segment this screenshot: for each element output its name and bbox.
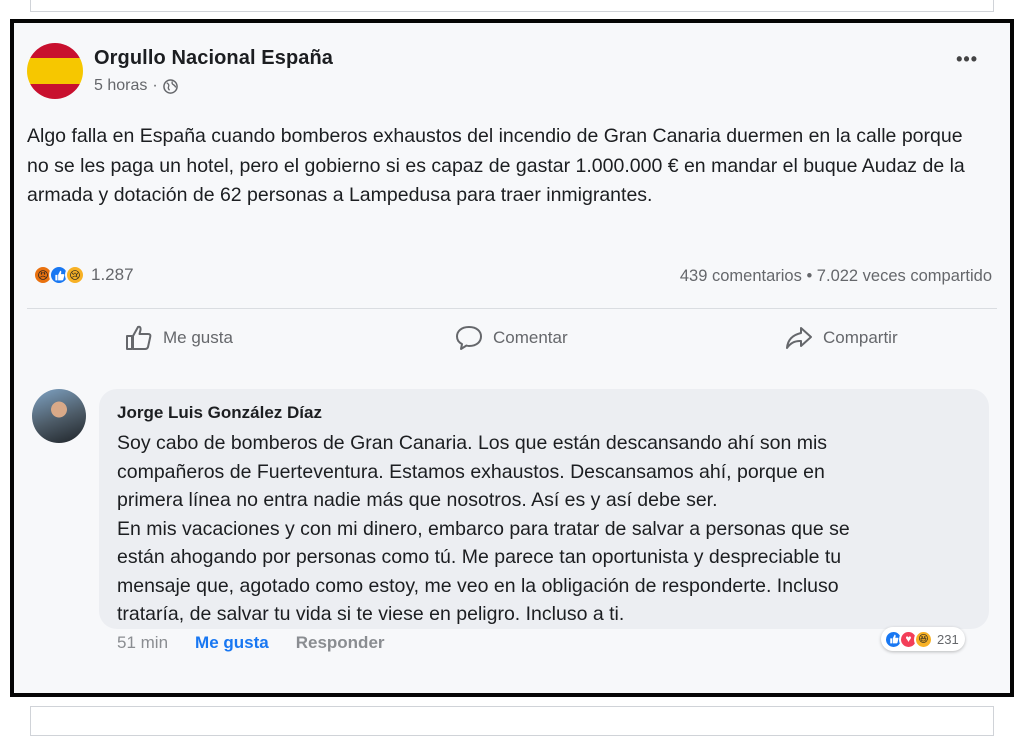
thumbs-up-icon <box>124 324 154 352</box>
comment-line: trataría, de salvar tu vida si te viese … <box>117 603 625 625</box>
page-name[interactable]: Orgullo Nacional España <box>94 47 333 70</box>
comment-line: están ahogando por personas como tú. Me … <box>117 546 842 568</box>
comment-reply-button[interactable]: Responder <box>296 633 385 653</box>
post-meta: 5 horas · <box>94 77 178 95</box>
commenter-avatar[interactable] <box>32 389 86 443</box>
post-stats[interactable]: 439 comentarios • 7.022 veces compartido <box>680 267 992 286</box>
post-body: Algo falla en España cuando bomberos exh… <box>27 125 965 206</box>
post-time[interactable]: 5 horas <box>94 77 147 95</box>
post-reactions[interactable]: 😠 😢 1.287 <box>33 265 134 285</box>
globe-icon <box>162 78 178 94</box>
comment-time[interactable]: 51 min <box>117 633 168 653</box>
meta-separator: · <box>152 77 158 94</box>
action-divider <box>27 308 997 309</box>
share-button[interactable]: Compartir <box>784 324 898 352</box>
like-button[interactable]: Me gusta <box>124 324 233 352</box>
comment-author[interactable]: Jorge Luis González Díaz <box>117 403 322 423</box>
sad-icon: 😢 <box>65 265 85 285</box>
comment-line: compañeros de Fuerteventura. Estamos exh… <box>117 460 825 483</box>
comment-button[interactable]: Comentar <box>454 324 568 352</box>
comment-reaction-count: 231 <box>937 631 959 647</box>
comment-line: primera línea no entra nadie más que nos… <box>117 489 718 511</box>
like-button-label: Me gusta <box>163 328 233 347</box>
comment-line: mensaje que, agotado como estoy, me veo … <box>117 574 839 597</box>
share-button-label: Compartir <box>823 328 898 347</box>
comment-bubble: Jorge Luis González Díaz Soy cabo de bom… <box>99 389 989 629</box>
more-options-icon[interactable]: ••• <box>956 49 978 70</box>
share-icon <box>784 324 814 352</box>
screenshot-frame: Orgullo Nacional España 5 horas · ••• Al… <box>10 19 1014 697</box>
background-card-top <box>30 0 994 12</box>
facebook-post: Orgullo Nacional España 5 horas · ••• Al… <box>14 23 1010 693</box>
comment-reactions[interactable]: ♥ 😆 231 <box>881 627 965 651</box>
background-card-bottom <box>30 706 994 736</box>
comment-button-label: Comentar <box>493 328 568 347</box>
comment-actions: 51 min Me gusta Responder <box>117 633 385 653</box>
reaction-count[interactable]: 1.287 <box>91 265 134 285</box>
comment-like-button[interactable]: Me gusta <box>195 633 269 653</box>
comment-line: En mis vacaciones y con mi dinero, embar… <box>117 517 850 540</box>
comment-icon <box>454 324 484 352</box>
page-avatar-spain-flag[interactable] <box>27 43 83 99</box>
haha-icon: 😆 <box>914 629 933 649</box>
comment-line: Soy cabo de bomberos de Gran Canaria. Lo… <box>117 432 828 454</box>
comment-text: Soy cabo de bomberos de Gran Canaria. Lo… <box>117 429 977 629</box>
